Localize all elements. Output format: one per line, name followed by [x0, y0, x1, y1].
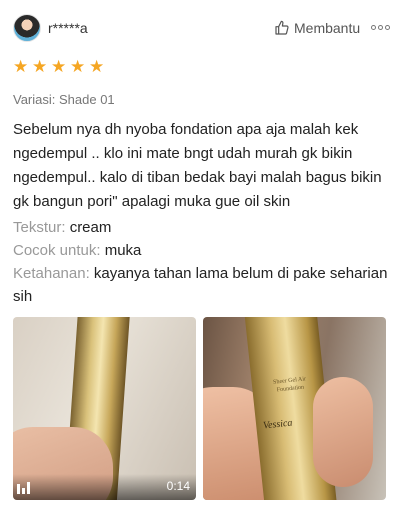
video-overlay: 0:14 [13, 474, 196, 500]
video-duration: 0:14 [166, 479, 190, 493]
star-icon: ★ [51, 57, 67, 76]
reviewer-name: r*****a [48, 20, 88, 36]
attribute-row: Tekstur: cream [13, 216, 391, 239]
more-icon[interactable] [371, 22, 391, 32]
star-icon: ★ [89, 57, 105, 76]
star-icon: ★ [32, 57, 48, 76]
attribute-key: Ketahanan: [13, 265, 90, 282]
variant-label: Variasi: Shade 01 [13, 92, 115, 107]
review-attributes: Tekstur: cream Cocok untuk: muka Ketahan… [13, 216, 391, 308]
review-photo[interactable]: Sheer Gel Air Foundation Vessica [203, 317, 386, 500]
review-video[interactable]: 0:14 [13, 317, 196, 500]
hand [313, 377, 373, 487]
helpful-button[interactable]: Membantu [274, 20, 360, 36]
attribute-key: Cocok untuk: [13, 242, 101, 259]
review-text: Sebelum nya dh nyoba fondation apa aja m… [13, 121, 382, 210]
avatar[interactable] [13, 14, 41, 42]
helpful-label: Membantu [294, 20, 361, 36]
attribute-row: Cocok untuk: muka [13, 239, 391, 262]
thumbs-up-icon [275, 20, 289, 35]
star-icon: ★ [70, 57, 86, 76]
review-header: r*****a Membantu [0, 0, 400, 58]
attribute-value: cream [69, 219, 112, 236]
star-icon: ★ [13, 57, 29, 76]
attribute-row: Ketahanan: kayanya tahan lama belum di p… [13, 262, 391, 308]
attribute-value: muka [104, 242, 142, 259]
attribute-key: Tekstur: [13, 219, 66, 236]
star-rating: ★ ★ ★ ★ ★ [13, 57, 105, 76]
video-icon [17, 482, 30, 494]
